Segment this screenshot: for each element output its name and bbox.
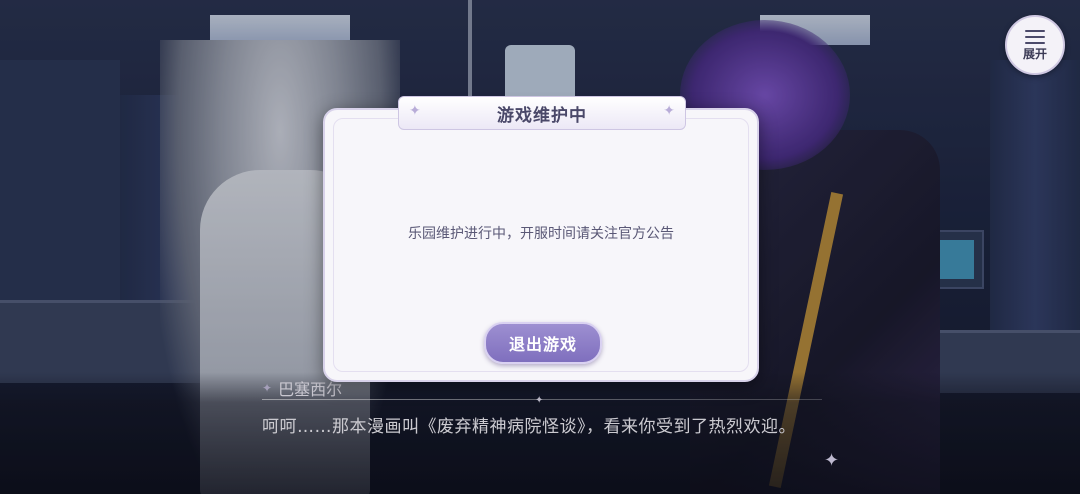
- hamburger-menu-icon: [1025, 30, 1045, 44]
- expand-menu-button[interactable]: 展开: [1005, 15, 1065, 75]
- dialog-title: 游戏维护中: [497, 105, 587, 126]
- dialog-message: 乐园维护进行中，开服时间请关注官方公告: [408, 226, 674, 242]
- sparkle-icon: ✦: [663, 103, 675, 119]
- maintenance-dialog: ✦ 游戏维护中 ✦ 乐园维护进行中，开服时间请关注官方公告 退出游戏: [323, 96, 759, 382]
- expand-menu-label: 展开: [1022, 47, 1047, 61]
- dialog-title-plate: ✦ 游戏维护中 ✦: [398, 96, 686, 130]
- exit-game-button[interactable]: 退出游戏: [484, 322, 602, 364]
- sparkle-icon: ✦: [409, 103, 421, 119]
